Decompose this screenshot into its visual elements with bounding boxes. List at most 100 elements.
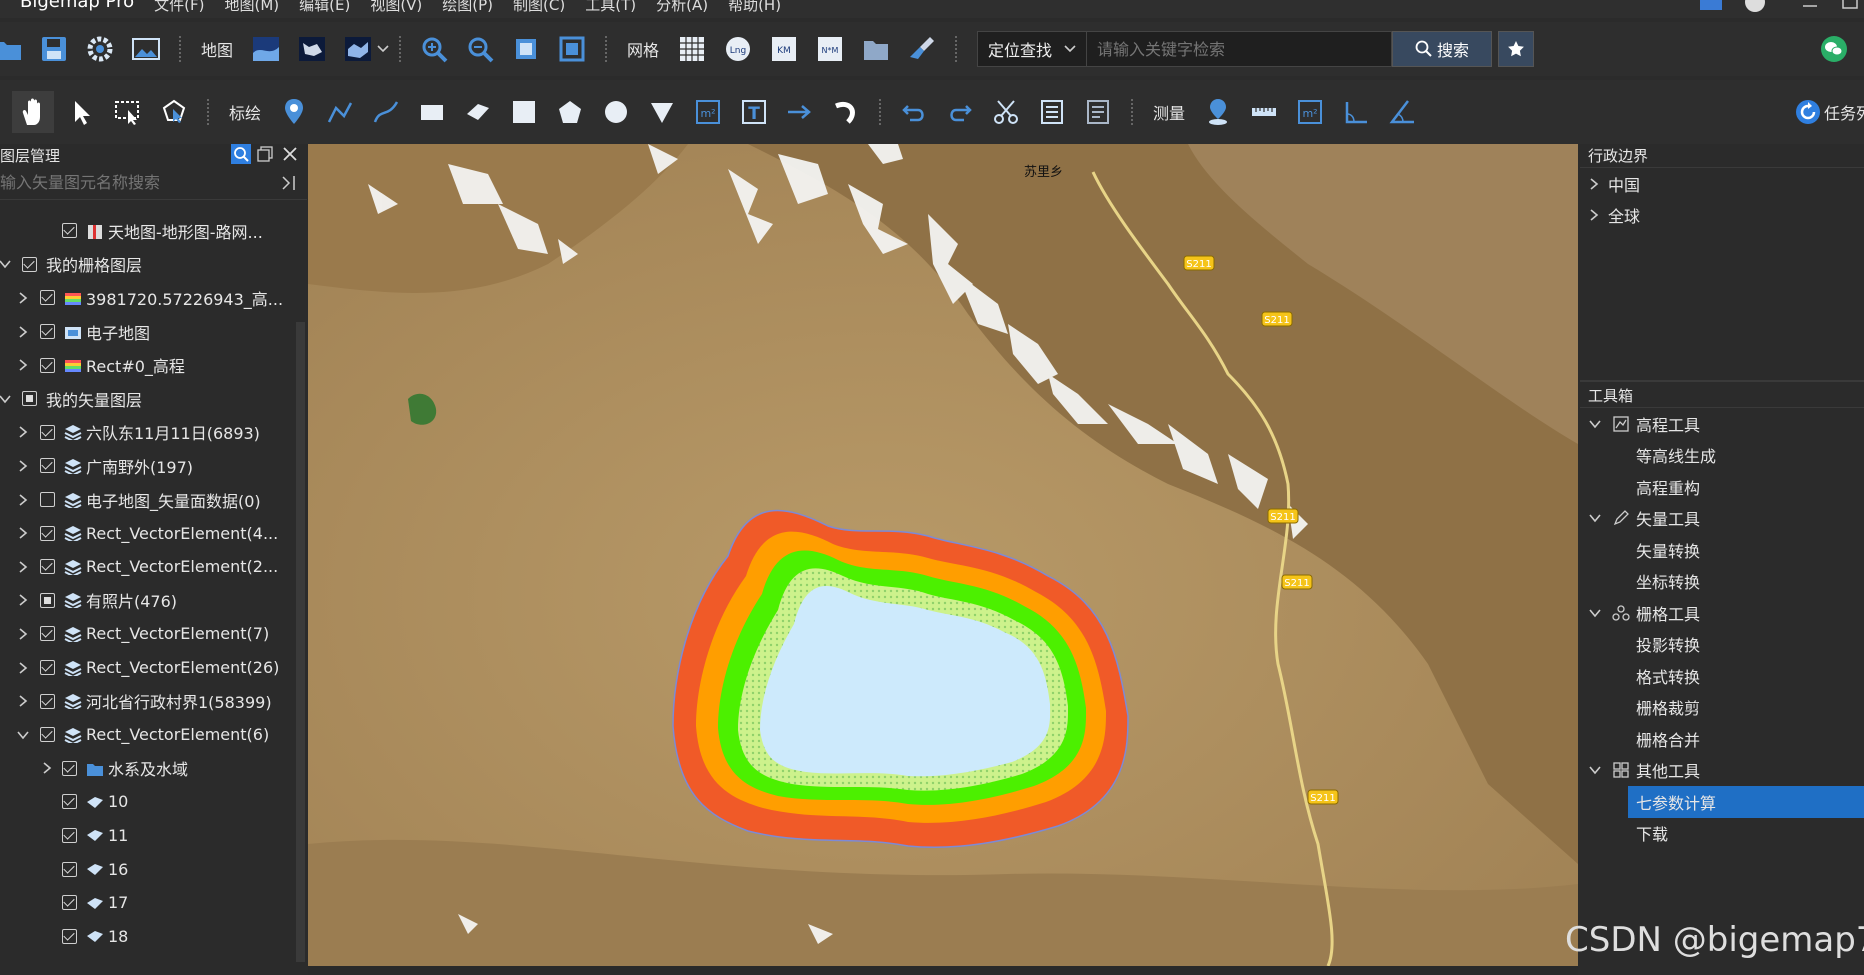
grid-icon[interactable] [674,31,710,67]
area-label-icon[interactable]: m² [690,94,726,130]
lonlat-grid-icon[interactable]: Lng [720,31,756,67]
toolbox-group[interactable]: 栅格工具 [1580,597,1864,629]
wechat-icon[interactable] [1820,35,1848,67]
layer-visibility-checkbox[interactable] [40,324,55,340]
chevron-down-icon[interactable] [377,44,389,54]
menu-view[interactable]: 视图(V) [370,0,422,13]
search-input[interactable] [1087,31,1393,67]
chevron-down-icon[interactable] [16,728,30,742]
user-avatar-icon[interactable] [1742,0,1768,12]
chevron-down-icon[interactable] [0,392,12,406]
layer-visibility-checkbox[interactable] [62,223,77,239]
layer-row[interactable]: Rect_VectorElement(7) [0,617,295,651]
cloud-icon[interactable] [1698,0,1724,12]
admin-item-global[interactable]: 全球 [1580,200,1864,232]
layer-row[interactable]: 3981720.57226943_高... [0,281,295,315]
toolbox-group[interactable]: 矢量工具 [1580,503,1864,535]
layer-visibility-checkbox[interactable] [62,928,77,944]
point-measure-icon[interactable] [1200,94,1236,130]
layer-row[interactable]: Rect_VectorElement(4... [0,516,295,550]
toolbox-item[interactable]: 栅格合并 [1580,723,1864,755]
zoom-in-icon[interactable] [416,31,452,67]
attribute-table-icon[interactable] [1034,94,1070,130]
menu-edit[interactable]: 编辑(E) [299,0,350,13]
freehand-polygon-icon[interactable] [460,94,496,130]
admin-item-china[interactable]: 中国 [1580,168,1864,200]
toolbox-item[interactable]: 矢量转换 [1580,534,1864,566]
layer-tree-scrollbar[interactable] [296,322,305,962]
redo-icon[interactable] [942,94,978,130]
menu-file[interactable]: 文件(F) [154,0,204,13]
layer-row[interactable]: 河北省行政村界1(58399) [0,684,295,718]
layer-row[interactable]: 天地图-地形图-路网... [0,214,295,248]
locate-dropdown[interactable]: 定位查找 [977,31,1088,67]
chevron-down-icon[interactable] [0,257,12,271]
menu-map[interactable]: 地图(M) [224,0,279,13]
angle-measure-icon[interactable] [1338,94,1374,130]
image-icon[interactable] [128,31,164,67]
pentagon-draw-icon[interactable] [552,94,588,130]
layer-visibility-checkbox[interactable] [40,290,55,306]
open-folder-icon[interactable] [0,31,26,67]
toolbox-item[interactable]: 坐标转换 [1580,566,1864,598]
layer-row[interactable]: Rect_VectorElement(6) [0,718,295,752]
layer-row[interactable]: 17 [0,886,295,920]
layer-visibility-checkbox[interactable] [62,760,77,776]
square-draw-icon[interactable] [506,94,542,130]
layer-row[interactable]: 10 [0,785,295,819]
chevron-right-icon[interactable] [16,593,30,607]
layer-row[interactable]: 广南野外(197) [0,449,295,483]
layer-visibility-checkbox[interactable] [40,357,55,373]
zoom-extent-icon[interactable] [508,31,544,67]
float-window-icon[interactable] [257,144,275,164]
chevron-right-icon[interactable] [16,291,30,305]
chevron-right-icon[interactable] [16,358,30,372]
rectangle-draw-icon[interactable] [414,94,450,130]
polygon-select-icon[interactable] [156,94,192,130]
layer-visibility-checkbox[interactable] [62,895,77,911]
menu-draw[interactable]: 绘图(P) [442,0,493,13]
toolbox-group[interactable]: 高程工具 [1580,408,1864,440]
scissors-cut-icon[interactable] [988,94,1024,130]
maximize-icon[interactable] [1840,0,1860,12]
chevron-right-icon[interactable] [16,526,30,540]
favorites-button[interactable] [1498,31,1535,67]
distance-measure-icon[interactable] [1246,94,1282,130]
layer-row[interactable]: Rect_VectorElement(2... [0,550,295,584]
curved-arrow-icon[interactable] [828,94,864,130]
layer-visibility-checkbox[interactable] [40,492,55,508]
night-map-icon[interactable] [294,31,330,67]
toolbox-item[interactable]: 七参数计算 [1628,786,1864,818]
chevron-right-icon[interactable] [16,459,30,473]
layer-visibility-checkbox[interactable] [62,794,77,810]
chevron-right-icon[interactable] [16,560,30,574]
layer-visibility-checkbox[interactable] [62,861,77,877]
layer-visibility-checkbox[interactable] [40,458,55,474]
menu-analysis[interactable]: 分析(A) [656,0,708,13]
menu-help[interactable]: 帮助(H) [728,0,781,13]
menu-cartography[interactable]: 制图(C) [513,0,565,13]
toolbox-item[interactable]: 投影转换 [1580,629,1864,661]
layer-row[interactable]: 18 [0,919,295,953]
km-grid-icon[interactable]: KM [766,31,802,67]
place-marker-icon[interactable] [276,94,312,130]
undo-icon[interactable] [896,94,932,130]
layer-visibility-checkbox[interactable] [40,727,55,743]
layer-row[interactable]: 六队东11月11日(6893) [0,416,295,450]
collapse-arrow-icon[interactable] [280,174,298,192]
layer-search-input[interactable] [0,167,270,198]
curve-draw-icon[interactable] [368,94,404,130]
area-measure-icon[interactable]: m² [1292,94,1328,130]
sector-draw-icon[interactable] [644,94,680,130]
zoom-out-icon[interactable] [462,31,498,67]
box-select-icon[interactable] [110,94,146,130]
layer-visibility-checkbox[interactable] [40,660,55,676]
layer-visibility-checkbox[interactable] [22,256,37,272]
nm-grid-icon[interactable]: N*M [812,31,848,67]
satellite-map-icon[interactable] [248,31,284,67]
layer-row[interactable]: 水系及水域 [0,752,295,786]
search-layer-icon[interactable] [231,144,251,164]
select-arrow-icon[interactable] [64,94,100,130]
toolbox-item[interactable]: 栅格裁剪 [1580,692,1864,724]
layer-visibility-checkbox[interactable] [62,827,77,843]
